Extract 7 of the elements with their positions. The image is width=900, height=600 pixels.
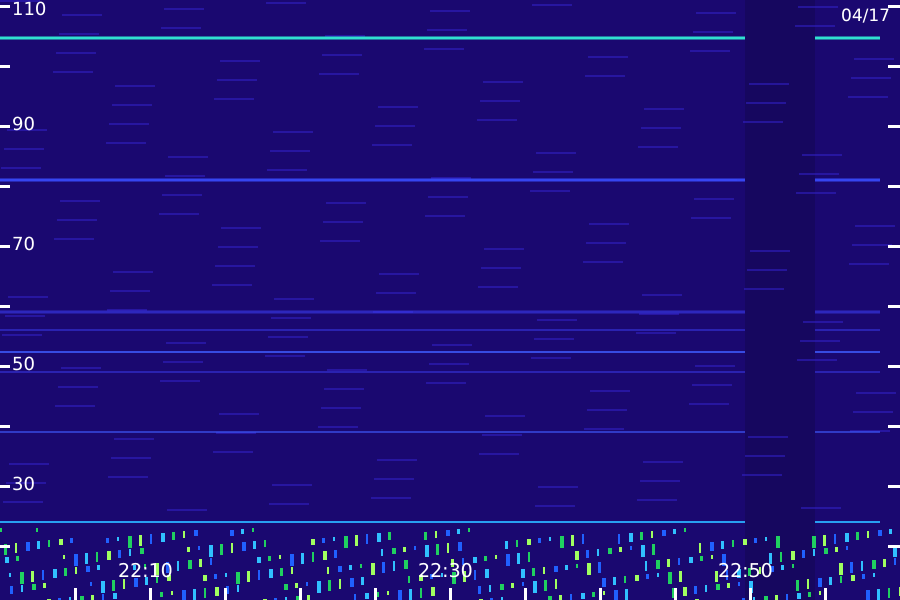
frequency-label: 30 [12,476,35,494]
date-label: 04/17 [841,8,890,25]
frequency-label: 70 [12,236,35,254]
time-label: 22:30 [418,562,473,581]
frequency-label: 110 [12,1,46,19]
frequency-label: 90 [12,116,35,134]
frequency-label: 50 [12,356,35,374]
